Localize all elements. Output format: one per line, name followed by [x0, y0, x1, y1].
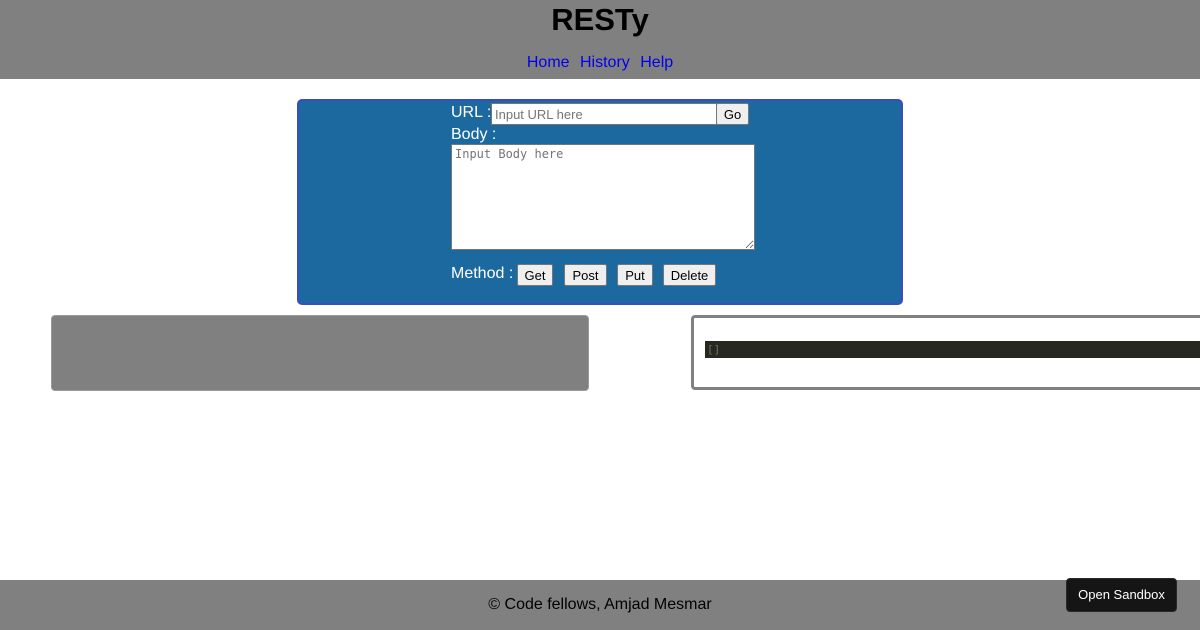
app-title: RESTy	[551, 2, 649, 37]
history-panel	[51, 315, 589, 391]
put-method-button[interactable]: Put	[617, 264, 653, 286]
url-input[interactable]	[491, 103, 717, 125]
nav-link-home[interactable]: Home	[527, 54, 570, 71]
get-method-button[interactable]: Get	[517, 264, 553, 286]
nav-link-history[interactable]: History	[580, 54, 630, 71]
go-button[interactable]: Go	[716, 103, 749, 125]
post-method-button[interactable]: Post	[564, 264, 607, 286]
app-header: RESTy Home History Help	[0, 0, 1200, 79]
body-label: Body :	[451, 126, 497, 143]
main-nav: Home History Help	[0, 53, 1200, 73]
url-label: URL :	[451, 104, 492, 121]
open-sandbox-button[interactable]: Open Sandbox	[1066, 578, 1177, 612]
body-textarea[interactable]	[451, 144, 755, 250]
request-form: URL : Go Body : Method : Get Post Put De…	[451, 101, 771, 301]
request-form-panel: URL : Go Body : Method : Get Post Put De…	[297, 99, 903, 305]
page-footer: © Code fellows, Amjad Mesmar	[0, 580, 1200, 630]
footer-text: © Code fellows, Amjad Mesmar	[488, 596, 712, 613]
delete-method-button[interactable]: Delete	[663, 264, 716, 286]
results-panel: []	[691, 315, 1200, 390]
method-label: Method :	[451, 265, 514, 282]
json-output: []	[705, 341, 1200, 358]
nav-link-help[interactable]: Help	[640, 54, 673, 71]
